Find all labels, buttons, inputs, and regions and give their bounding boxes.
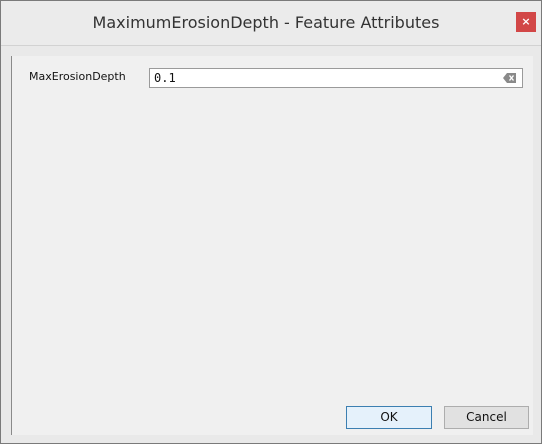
max-erosion-depth-value: 0.1 [154,71,176,85]
title-bar[interactable]: MaximumErosionDepth - Feature Attributes… [1,1,541,46]
cancel-button[interactable]: Cancel [444,406,529,429]
close-button[interactable]: × [516,12,536,32]
dialog-window: MaximumErosionDepth - Feature Attributes… [0,0,542,444]
max-erosion-depth-label: MaxErosionDepth [29,70,126,83]
dialog-content [11,56,533,435]
clear-icon[interactable] [503,72,517,84]
window-title: MaximumErosionDepth - Feature Attributes [92,13,440,32]
ok-button[interactable]: OK [346,406,432,429]
close-icon: × [521,15,531,28]
max-erosion-depth-input[interactable]: 0.1 [149,68,523,88]
